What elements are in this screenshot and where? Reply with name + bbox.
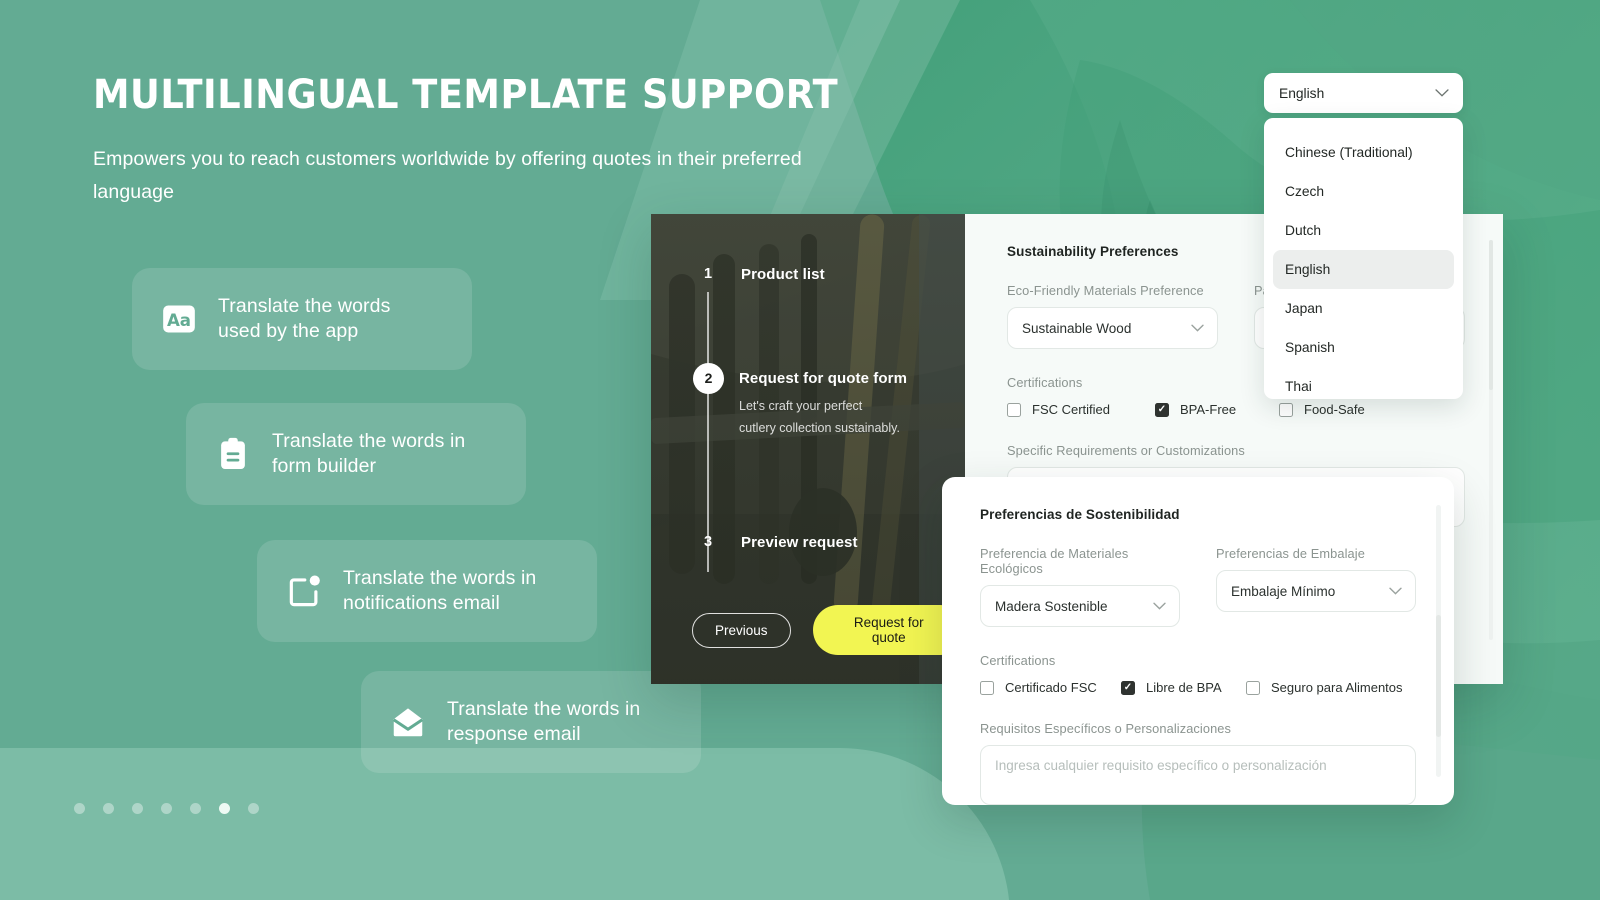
feature-label: Translate the words in response email (447, 698, 641, 745)
certification-label-es: Libre de BPA (1146, 680, 1222, 695)
requirements-label: Specific Requirements or Customizations (1007, 443, 1245, 458)
language-option-czech[interactable]: Czech (1273, 172, 1454, 211)
section-title-es: Preferencias de Sostenibilidad (980, 507, 1180, 522)
feature-label: Translate the words in form builder (272, 430, 466, 477)
materials-field-group-es: Preferencia de Materiales Ecológicos Mad… (980, 546, 1180, 627)
step-title: Request for quote form (739, 370, 908, 387)
packaging-value-es: Embalaje Mínimo (1231, 583, 1336, 599)
language-selector: English Chinese (Traditional) Czech Dutc… (1264, 73, 1463, 399)
certification-label-es: Seguro para Alimentos (1271, 680, 1403, 695)
svg-text:Aa: Aa (167, 311, 191, 330)
certification-food-safe-es[interactable]: Seguro para Alimentos (1246, 680, 1403, 695)
language-option-english-selected[interactable]: English (1273, 250, 1454, 289)
checkbox-fsc-es[interactable] (980, 680, 994, 695)
pagination-dot[interactable] (190, 803, 201, 814)
language-option-japan[interactable]: Japan (1273, 289, 1454, 328)
chevron-down-icon (1435, 89, 1449, 97)
preferences-row-es: Preferencia de Materiales Ecológicos Mad… (980, 546, 1416, 627)
step-description: Let's craft your perfect cutlery collect… (739, 399, 900, 435)
step-number: 1 (703, 266, 713, 282)
materials-value-es: Madera Sostenible (995, 598, 1108, 614)
language-options-menu[interactable]: Chinese (Traditional) Czech Dutch Englis… (1264, 118, 1463, 399)
feature-label: Translate the words in notifications ema… (343, 567, 537, 614)
notification-icon (289, 575, 320, 607)
step-title: Product list (741, 266, 825, 283)
pagination-dot-active[interactable] (219, 803, 230, 814)
language-select-button[interactable]: English (1264, 73, 1463, 113)
checkbox-fsc[interactable] (1007, 402, 1021, 417)
chevron-down-icon (1153, 602, 1166, 610)
requirements-label-es: Requisitos Específicos o Personalizacion… (980, 721, 1232, 736)
materials-label: Eco-Friendly Materials Preference (1007, 283, 1204, 298)
envelope-open-icon (392, 708, 424, 737)
materials-select-es[interactable]: Madera Sostenible (980, 585, 1180, 627)
materials-field-group: Eco-Friendly Materials Preference Sustai… (1007, 283, 1218, 349)
certification-fsc-es[interactable]: Certificado FSC (980, 680, 1121, 695)
carousel-pagination[interactable] (74, 803, 259, 814)
certification-label: BPA-Free (1180, 402, 1237, 417)
certifications-label-es: Certifications (980, 653, 1056, 668)
language-option-dutch[interactable]: Dutch (1273, 211, 1454, 250)
scrollbar-thumb[interactable] (1436, 615, 1441, 737)
page-title: MULTILINGUAL TEMPLATE SUPPORT (93, 72, 839, 118)
certification-food-safe[interactable]: Food-Safe (1279, 402, 1365, 417)
aa-text-icon: Aa (163, 305, 195, 333)
certification-label: Food-Safe (1304, 402, 1365, 417)
certifications-group-es: Certificado FSC Libre de BPA Seguro para… (980, 680, 1416, 695)
certification-fsc[interactable]: FSC Certified (1007, 402, 1155, 417)
pagination-dot[interactable] (161, 803, 172, 814)
feature-card-response-email: Translate the words in response email (361, 671, 701, 773)
step-number-active: 2 (693, 363, 724, 394)
materials-value: Sustainable Wood (1022, 320, 1132, 336)
packaging-label-es: Preferencias de Embalaje (1216, 546, 1365, 561)
materials-select[interactable]: Sustainable Wood (1007, 307, 1218, 349)
step-number: 3 (703, 534, 713, 550)
pagination-dot[interactable] (248, 803, 259, 814)
packaging-field-group-es: Preferencias de Embalaje Embalaje Mínimo (1216, 546, 1416, 627)
certification-label: FSC Certified (1032, 402, 1111, 417)
checkbox-bpa-checked[interactable] (1155, 402, 1169, 417)
language-select-value: English (1279, 85, 1325, 101)
stepper-step-1[interactable]: 1 Product list (651, 266, 965, 283)
certification-bpa-es[interactable]: Libre de BPA (1121, 680, 1246, 695)
checkbox-food-safe-es[interactable] (1246, 680, 1260, 695)
stepper-step-3[interactable]: 3 Preview request (651, 534, 965, 551)
certification-bpa[interactable]: BPA-Free (1155, 402, 1279, 417)
stepper-photo-pane: 1 Product list 2 Request for quote form … (651, 214, 965, 684)
checkbox-food-safe[interactable] (1279, 402, 1293, 417)
stepper: 1 Product list 2 Request for quote form … (651, 214, 965, 684)
materials-label-es: Preferencia de Materiales Ecológicos (980, 546, 1129, 576)
language-option-chinese-traditional[interactable]: Chinese (Traditional) (1273, 133, 1454, 172)
certification-label-es: Certificado FSC (1005, 680, 1097, 695)
packaging-select-es[interactable]: Embalaje Mínimo (1216, 570, 1416, 612)
stepper-actions: Previous Request for quote (692, 605, 965, 655)
chevron-down-icon (1389, 587, 1402, 595)
chevron-down-icon (1191, 324, 1204, 332)
form-pane-scrollbar[interactable] (1489, 240, 1493, 640)
step-title: Preview request (741, 534, 858, 551)
language-option-spanish[interactable]: Spanish (1273, 328, 1454, 367)
clipboard-icon (221, 437, 245, 470)
scrollbar-thumb[interactable] (1489, 240, 1493, 390)
checkbox-bpa-checked-es[interactable] (1121, 680, 1135, 695)
feature-label: Translate the words used by the app (218, 295, 391, 342)
requirements-textarea-es[interactable]: Ingresa cualquier requisito específico o… (980, 745, 1416, 805)
form-pane-spanish: Preferencias de Sostenibilidad Preferenc… (942, 477, 1454, 805)
stepper-step-2-active[interactable]: 2 Request for quote form Let's craft you… (651, 363, 965, 439)
feature-card-notifications-email: Translate the words in notifications ema… (257, 540, 597, 642)
feature-card-form-builder: Translate the words in form builder (186, 403, 526, 505)
previous-button[interactable]: Previous (692, 612, 791, 648)
spanish-pane-scrollbar[interactable] (1436, 505, 1441, 777)
pagination-dot[interactable] (74, 803, 85, 814)
feature-card-app-words: Aa Translate the words used by the app (132, 268, 472, 370)
certifications-group: FSC Certified BPA-Free Food-Safe (1007, 402, 1465, 417)
pagination-dot[interactable] (132, 803, 143, 814)
language-option-thai[interactable]: Thai (1273, 367, 1454, 399)
page-subtitle: Empowers you to reach customers worldwid… (93, 148, 802, 203)
pagination-dot[interactable] (103, 803, 114, 814)
